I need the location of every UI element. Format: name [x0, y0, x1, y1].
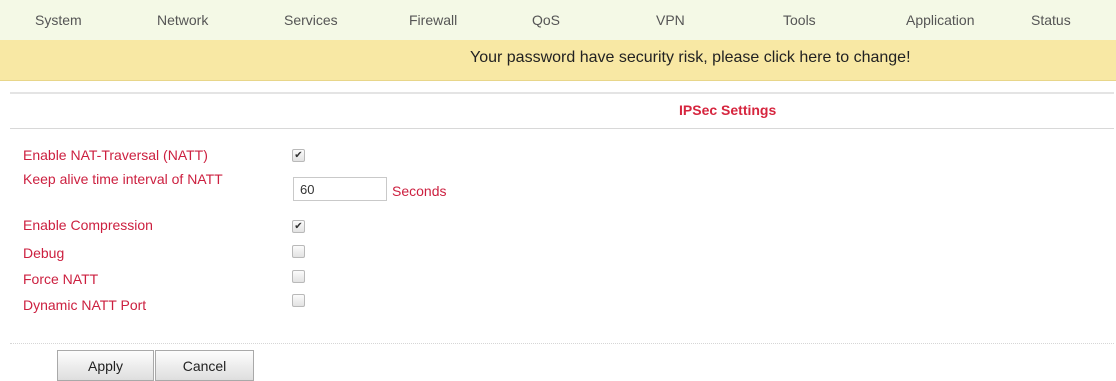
dynamic-natt-port-checkbox[interactable] — [292, 294, 305, 307]
nav-item-vpn[interactable]: VPN — [656, 12, 685, 28]
debug-label: Debug — [23, 245, 65, 261]
nav-item-application[interactable]: Application — [906, 12, 975, 28]
natt-label: Enable NAT-Traversal (NATT) — [23, 147, 208, 163]
nav-item-firewall[interactable]: Firewall — [409, 12, 457, 28]
ipsec-settings-page: System Network Services Firewall QoS VPN… — [0, 0, 1116, 381]
force-natt-label: Force NATT — [23, 271, 99, 287]
nav-item-tools[interactable]: Tools — [783, 12, 816, 28]
security-warning-banner: Your password have security risk, please… — [0, 40, 1116, 81]
nav-item-network[interactable]: Network — [157, 12, 208, 28]
nav-item-qos[interactable]: QoS — [532, 12, 560, 28]
keepalive-label: Keep alive time interval of NATT — [23, 171, 223, 187]
keepalive-input[interactable] — [293, 177, 387, 201]
nav-item-status[interactable]: Status — [1031, 12, 1071, 28]
force-natt-checkbox[interactable] — [292, 270, 305, 283]
keepalive-unit-label: Seconds — [392, 183, 447, 199]
section-divider — [10, 128, 1114, 129]
debug-checkbox[interactable] — [292, 245, 305, 258]
natt-checkbox[interactable]: ✔ — [292, 149, 305, 162]
dynamic-natt-port-label: Dynamic NATT Port — [23, 297, 147, 313]
cancel-button[interactable]: Cancel — [155, 350, 254, 381]
change-password-link[interactable]: Your password have security risk, please… — [470, 49, 911, 67]
form-divider — [10, 343, 1114, 344]
top-navigation: System Network Services Firewall QoS VPN… — [0, 0, 1116, 40]
compression-checkbox[interactable]: ✔ — [292, 220, 305, 233]
section-title: IPSec Settings — [679, 102, 777, 118]
apply-button[interactable]: Apply — [57, 350, 154, 381]
compression-label: Enable Compression — [23, 217, 153, 233]
nav-item-system[interactable]: System — [35, 12, 82, 28]
divider — [10, 92, 1114, 94]
nav-item-services[interactable]: Services — [284, 12, 338, 28]
